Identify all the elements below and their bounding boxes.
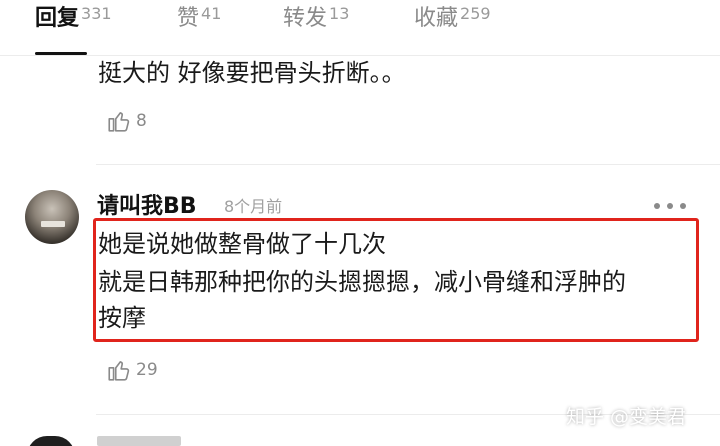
tab-label: 转发 bbox=[283, 6, 328, 31]
divider bbox=[96, 164, 720, 165]
prev-comment-text: 挺大的 好像要把骨头折断。。 bbox=[98, 59, 406, 87]
tab-count: 13 bbox=[329, 4, 350, 23]
tab-bar: 回复 331 赞 41 转发 13 收藏 259 bbox=[0, 0, 720, 56]
tab-reposts[interactable]: 转发 13 bbox=[283, 4, 349, 34]
tab-label: 回复 bbox=[35, 6, 80, 31]
avatar[interactable] bbox=[27, 436, 75, 446]
tab-count: 41 bbox=[201, 4, 222, 23]
active-tab-indicator bbox=[35, 52, 87, 55]
tab-replies[interactable]: 回复 331 bbox=[35, 4, 112, 34]
tab-count: 259 bbox=[460, 4, 491, 23]
like-count: 29 bbox=[136, 360, 158, 380]
avatar[interactable] bbox=[25, 190, 79, 244]
comment-time: 8个月前 bbox=[224, 197, 283, 216]
tab-favorites[interactable]: 收藏 259 bbox=[414, 4, 491, 34]
thumbs-up-icon bbox=[108, 361, 130, 381]
username[interactable]: 请叫我BB bbox=[97, 193, 197, 221]
tab-label: 收藏 bbox=[414, 6, 459, 31]
tab-label: 赞 bbox=[177, 6, 200, 31]
username[interactable] bbox=[97, 436, 181, 446]
watermark: 知乎 @变美君 bbox=[566, 406, 687, 428]
prev-like-button[interactable]: 8 bbox=[106, 108, 147, 134]
tab-count: 331 bbox=[81, 4, 112, 23]
like-count: 8 bbox=[136, 111, 147, 131]
thumbs-up-icon bbox=[108, 112, 130, 132]
highlight-box bbox=[93, 218, 699, 342]
more-dots-icon[interactable] bbox=[654, 195, 686, 217]
tab-likes[interactable]: 赞 41 bbox=[177, 4, 221, 34]
like-button[interactable]: 29 bbox=[106, 357, 158, 383]
